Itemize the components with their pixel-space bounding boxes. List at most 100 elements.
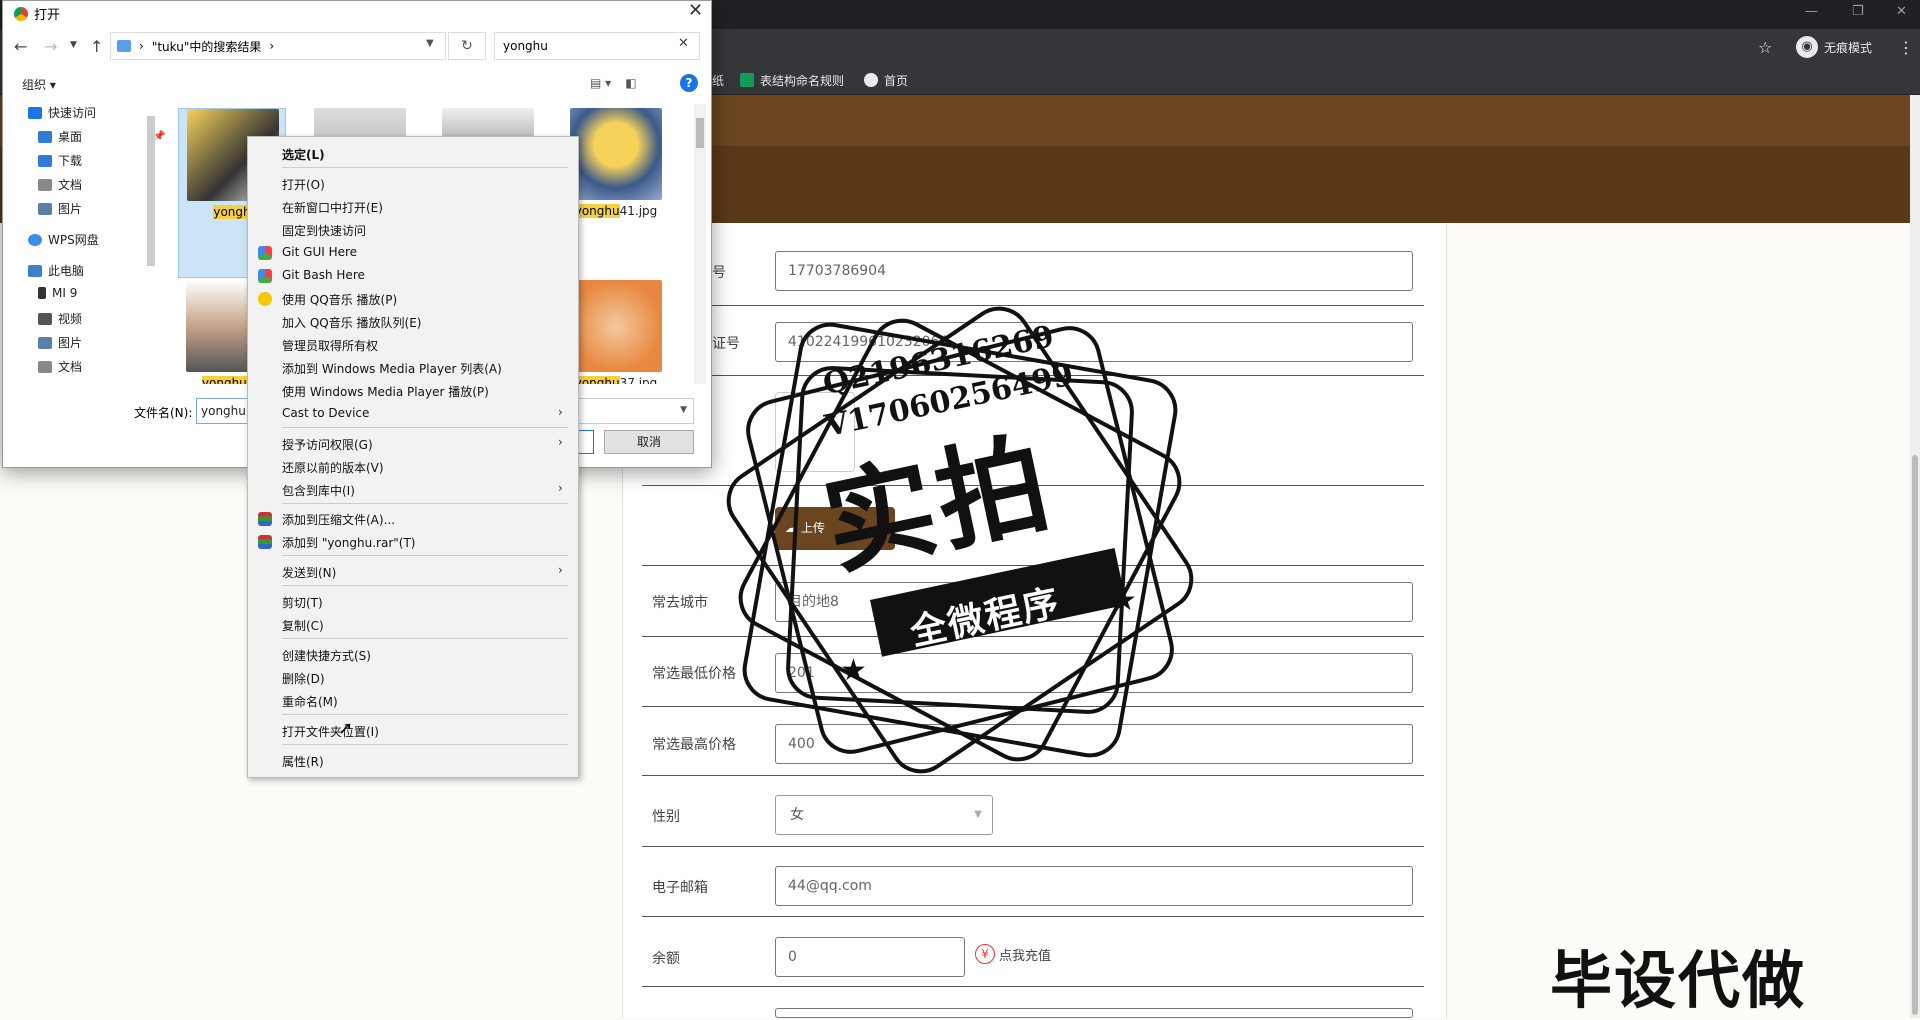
up-arrow-icon[interactable]: ↑ bbox=[90, 37, 103, 56]
document-icon bbox=[38, 178, 52, 191]
chevron-down-icon[interactable]: ▼ bbox=[426, 38, 434, 49]
refresh-button[interactable]: ↻ bbox=[448, 32, 486, 60]
winrar-icon bbox=[258, 535, 272, 549]
menu-item-create-shortcut[interactable]: 创建快捷方式(S) bbox=[282, 647, 371, 664]
chevron-down-icon: ▼ bbox=[974, 809, 982, 820]
menu-item-select[interactable]: 选定(L) bbox=[282, 146, 325, 163]
nav-item-pictures-2[interactable]: 图片 bbox=[38, 334, 82, 351]
video-icon bbox=[38, 312, 52, 325]
menu-item-copy[interactable]: 复制(C) bbox=[282, 617, 324, 634]
menu-item-cut[interactable]: 剪切(T) bbox=[282, 594, 323, 611]
menu-item-properties[interactable]: 属性(R) bbox=[282, 753, 324, 770]
minimize-icon[interactable]: — bbox=[1805, 4, 1818, 19]
menu-separator bbox=[282, 555, 568, 556]
next-input[interactable] bbox=[775, 1008, 1413, 1018]
nav-item-desktop[interactable]: 桌面 📌 bbox=[38, 128, 165, 145]
incognito-icon: ◉ bbox=[1796, 36, 1818, 58]
view-controls: ▤ ▾ ◧ bbox=[590, 76, 637, 90]
nav-item-this-pc[interactable]: 此电脑 bbox=[28, 262, 84, 279]
menu-item-git-bash[interactable]: Git Bash Here bbox=[282, 268, 365, 282]
star-icon bbox=[28, 106, 42, 119]
nav-item-downloads[interactable]: 下载 bbox=[38, 152, 82, 169]
bookmark-item[interactable]: 首页 bbox=[864, 71, 908, 89]
nav-label: 快速访问 bbox=[48, 106, 97, 120]
menu-dots-icon[interactable]: ⋮ bbox=[1898, 38, 1914, 57]
computer-icon bbox=[28, 264, 42, 277]
chevron-right-icon: › bbox=[269, 39, 275, 53]
recharge-link[interactable]: ¥ 点我充值 bbox=[975, 944, 1051, 964]
menu-item-open-new-window[interactable]: 在新窗口中打开(E) bbox=[282, 199, 383, 216]
menu-item-open[interactable]: 打开(O) bbox=[282, 176, 325, 193]
menu-separator bbox=[282, 585, 568, 586]
nav-item-pictures[interactable]: 图片 bbox=[38, 200, 82, 217]
filename-label: 文件名(N): bbox=[134, 406, 193, 420]
incognito-label: 无痕模式 bbox=[1824, 40, 1873, 55]
bookmark-label: 表结构命名规则 bbox=[760, 73, 845, 88]
view-mode-icon[interactable]: ▤ ▾ bbox=[590, 76, 611, 90]
balance-input[interactable]: 0 bbox=[775, 937, 965, 977]
back-arrow-icon[interactable]: ← bbox=[14, 37, 27, 56]
recent-locations-icon[interactable]: ▼ bbox=[70, 40, 77, 50]
nav-item-quick-access[interactable]: 快速访问 bbox=[28, 104, 96, 121]
email-label: 电子邮箱 bbox=[652, 880, 708, 896]
page-scrollbar[interactable] bbox=[1910, 95, 1920, 1018]
nav-item-mi9[interactable]: MI 9 bbox=[38, 286, 77, 300]
organize-menu[interactable]: 组织 ▾ bbox=[22, 76, 56, 93]
gender-select[interactable]: 女 ▼ bbox=[775, 795, 993, 835]
cancel-button[interactable]: 取消 bbox=[604, 430, 694, 454]
address-bar[interactable]: › "tuku"中的搜索结果 › bbox=[110, 32, 446, 60]
winrar-icon bbox=[258, 512, 272, 526]
nav-label: 图片 bbox=[58, 202, 83, 216]
menu-item-add-archive[interactable]: 添加到压缩文件(A)... bbox=[282, 511, 395, 528]
nav-item-wps[interactable]: WPS网盘 bbox=[28, 231, 99, 248]
help-icon[interactable]: ? bbox=[680, 74, 698, 92]
bookmark-star-icon[interactable]: ☆ bbox=[1758, 38, 1772, 57]
email-input[interactable]: 44@qq.com bbox=[775, 866, 1413, 906]
nav-scrollbar[interactable] bbox=[145, 104, 157, 384]
chevron-right-icon: › bbox=[139, 39, 144, 53]
menu-item-wmp-play[interactable]: 使用 Windows Media Player 播放(P) bbox=[282, 383, 489, 400]
menu-item-take-ownership[interactable]: 管理员取得所有权 bbox=[282, 337, 378, 354]
bookmark-item[interactable]: 表结构命名规则 bbox=[740, 71, 844, 89]
download-icon bbox=[38, 154, 52, 167]
menu-item-grant-access[interactable]: 授予访问权限(G) bbox=[282, 436, 373, 453]
menu-item-restore-versions[interactable]: 还原以前的版本(V) bbox=[282, 459, 384, 476]
gender-value: 女 bbox=[790, 807, 804, 823]
close-window-icon[interactable]: ✕ bbox=[1896, 4, 1907, 19]
nav-item-documents-2[interactable]: 文档 bbox=[38, 358, 82, 375]
menu-item-add-rar[interactable]: 添加到 "yonghu.rar"(T) bbox=[282, 534, 415, 551]
menu-separator bbox=[282, 714, 568, 715]
menu-item-include-library[interactable]: 包含到库中(I) bbox=[282, 482, 355, 499]
menu-item-qq-queue[interactable]: 加入 QQ音乐 播放队列(E) bbox=[282, 314, 421, 331]
menu-item-git-gui[interactable]: Git GUI Here bbox=[282, 245, 357, 259]
restore-icon[interactable]: ❐ bbox=[1852, 4, 1864, 19]
git-bash-icon bbox=[258, 269, 272, 283]
menu-item-open-location[interactable]: 打开文件夹位置(I) bbox=[282, 723, 379, 740]
menu-item-wmp-list[interactable]: 添加到 Windows Media Player 列表(A) bbox=[282, 360, 502, 377]
menu-item-send-to[interactable]: 发送到(N) bbox=[282, 564, 336, 581]
menu-item-delete[interactable]: 删除(D) bbox=[282, 670, 325, 687]
nav-item-documents[interactable]: 文档 bbox=[38, 176, 82, 193]
clear-icon[interactable]: ✕ bbox=[678, 36, 689, 51]
nav-label: WPS网盘 bbox=[48, 233, 99, 247]
incognito-indicator[interactable]: ◉ 无痕模式 bbox=[1796, 36, 1872, 58]
sheet-icon bbox=[740, 73, 754, 87]
filetype-select[interactable]: ▼ bbox=[574, 398, 694, 424]
menu-item-rename[interactable]: 重命名(M) bbox=[282, 693, 338, 710]
forward-arrow-icon[interactable]: → bbox=[44, 37, 57, 56]
preview-pane-icon[interactable]: ◧ bbox=[625, 76, 636, 90]
menu-separator bbox=[282, 503, 568, 504]
search-input[interactable]: yonghu bbox=[494, 32, 700, 60]
nav-item-videos[interactable]: 视频 bbox=[38, 310, 82, 327]
chrome-logo-icon bbox=[14, 6, 28, 21]
nav-label: 文档 bbox=[58, 178, 83, 192]
bookmark-item[interactable]: 纸 bbox=[712, 71, 724, 89]
close-icon[interactable]: ✕ bbox=[688, 0, 703, 21]
divider bbox=[642, 846, 1424, 847]
menu-item-qq-play[interactable]: 使用 QQ音乐 播放(P) bbox=[282, 291, 397, 308]
menu-item-cast[interactable]: Cast to Device bbox=[282, 406, 369, 420]
menu-item-pin-quick-access[interactable]: 固定到快速访问 bbox=[282, 222, 366, 239]
breadcrumb[interactable]: "tuku"中的搜索结果 bbox=[152, 38, 262, 55]
file-scrollbar[interactable] bbox=[694, 104, 706, 384]
git-gui-icon bbox=[258, 246, 272, 260]
